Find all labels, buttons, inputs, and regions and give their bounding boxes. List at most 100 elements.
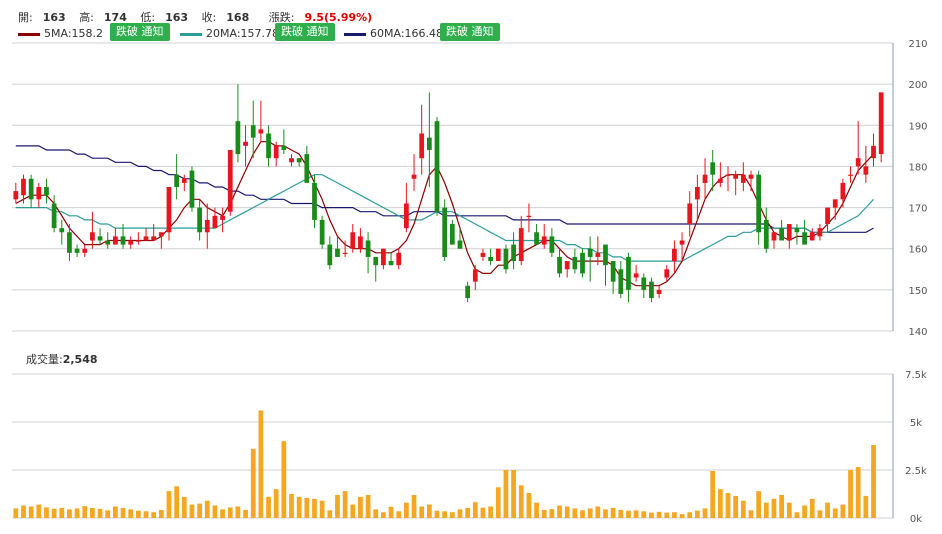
volume-bar xyxy=(786,502,792,518)
candle xyxy=(181,174,187,192)
volume-bar xyxy=(863,495,869,518)
candle-body xyxy=(457,240,463,249)
candle-body xyxy=(426,137,432,150)
candle xyxy=(97,228,103,245)
candle xyxy=(779,219,784,241)
candle-body xyxy=(189,170,195,208)
volume-bar xyxy=(36,504,42,518)
volume-bar xyxy=(763,502,769,518)
candle-body xyxy=(220,215,225,220)
candle xyxy=(549,228,555,257)
volume-bar xyxy=(710,470,716,518)
price-tick-label: 150 xyxy=(908,286,927,297)
volume-bar xyxy=(419,506,425,518)
candle xyxy=(748,170,754,192)
volume-bar xyxy=(626,510,631,518)
candle-body xyxy=(388,261,394,266)
candle-body xyxy=(587,248,593,257)
candle-body xyxy=(633,273,639,278)
candle xyxy=(809,228,815,241)
candle xyxy=(143,228,149,241)
volume-tick-label: 0k xyxy=(910,514,922,525)
candle xyxy=(480,248,486,262)
price-tick-label: 180 xyxy=(908,162,927,173)
ma60-notify-button[interactable]: 跌破 通知 xyxy=(440,23,500,41)
volume-bar xyxy=(794,512,800,518)
candle-body xyxy=(158,232,164,237)
volume-bar xyxy=(304,497,310,518)
volume-bar xyxy=(174,486,180,518)
candle xyxy=(725,166,731,192)
candle-body xyxy=(656,289,662,294)
candle-body xyxy=(266,133,271,159)
price-tick-label: 200 xyxy=(908,80,927,91)
volume-bar xyxy=(74,508,80,518)
ma60-swatch xyxy=(344,32,366,36)
candle-body xyxy=(794,228,800,233)
candle xyxy=(381,248,386,270)
candle-body xyxy=(557,256,562,274)
volume-bar xyxy=(472,502,478,518)
candle xyxy=(235,84,241,163)
volume-bar xyxy=(358,496,363,518)
chart-canvas: 140 150 160 170 180 190 200 210 0k 2.5k 5k 7.5k xyxy=(12,39,928,525)
candle-body xyxy=(733,174,739,179)
ma20-notify-button[interactable]: 跌破 通知 xyxy=(275,23,335,41)
candle-body xyxy=(396,252,402,266)
close-value: 收: 168 xyxy=(201,11,250,24)
candle-body xyxy=(82,248,88,253)
candle-body xyxy=(143,236,149,241)
candle-body xyxy=(204,219,210,233)
candle-body xyxy=(442,207,448,257)
volume-bar xyxy=(572,508,578,518)
candle xyxy=(419,104,425,175)
volume-bar xyxy=(480,507,486,518)
volume-bar xyxy=(296,496,302,518)
volume-bar xyxy=(319,500,325,518)
price-tick-label: 190 xyxy=(908,121,927,132)
candle-body xyxy=(809,232,815,241)
ma5-notify-button[interactable]: 跌破 通知 xyxy=(110,23,170,41)
candle xyxy=(495,248,501,262)
candle-body xyxy=(802,232,807,245)
candle-body xyxy=(135,240,141,242)
volume-bar xyxy=(135,510,141,518)
candle-body xyxy=(304,154,310,183)
candle-body xyxy=(120,236,126,245)
ma5-legend: 5MA:158.2 xyxy=(18,27,103,40)
candle xyxy=(373,256,379,282)
volume-bar xyxy=(44,507,49,518)
volume-bar xyxy=(113,506,118,518)
candle xyxy=(825,207,830,233)
candle xyxy=(281,129,287,155)
candle xyxy=(113,228,118,245)
candle xyxy=(511,232,516,270)
volume-bar xyxy=(166,491,172,518)
volume-bar xyxy=(649,512,654,518)
ohlc-header: 開: 163 高: 174 低: 163 收: 168 漲跌: 9.5(5.99%) xyxy=(18,9,392,25)
volume-bar xyxy=(518,485,524,518)
volume-bar xyxy=(128,509,134,518)
volume-bar xyxy=(641,511,647,518)
candle-body xyxy=(626,256,631,290)
candle-body xyxy=(174,174,180,187)
candle xyxy=(534,224,539,245)
candle-body xyxy=(21,178,26,196)
candle-body xyxy=(603,244,608,266)
candle xyxy=(802,219,807,245)
candle-body xyxy=(181,178,187,183)
candle-body xyxy=(342,252,348,255)
ma20-legend: 20MA:157.78 xyxy=(180,27,279,40)
candle xyxy=(603,244,608,286)
volume-bar xyxy=(373,509,379,518)
volume-tick-label: 5k xyxy=(910,418,922,429)
candle xyxy=(518,215,524,266)
candle-body xyxy=(312,182,317,220)
volume-bar xyxy=(411,494,417,518)
volume-bar xyxy=(809,498,815,518)
candle xyxy=(457,228,463,249)
volume-bar xyxy=(672,512,677,518)
volume-bar xyxy=(817,510,823,518)
volume-bar xyxy=(679,514,685,518)
candle-body xyxy=(763,219,769,249)
